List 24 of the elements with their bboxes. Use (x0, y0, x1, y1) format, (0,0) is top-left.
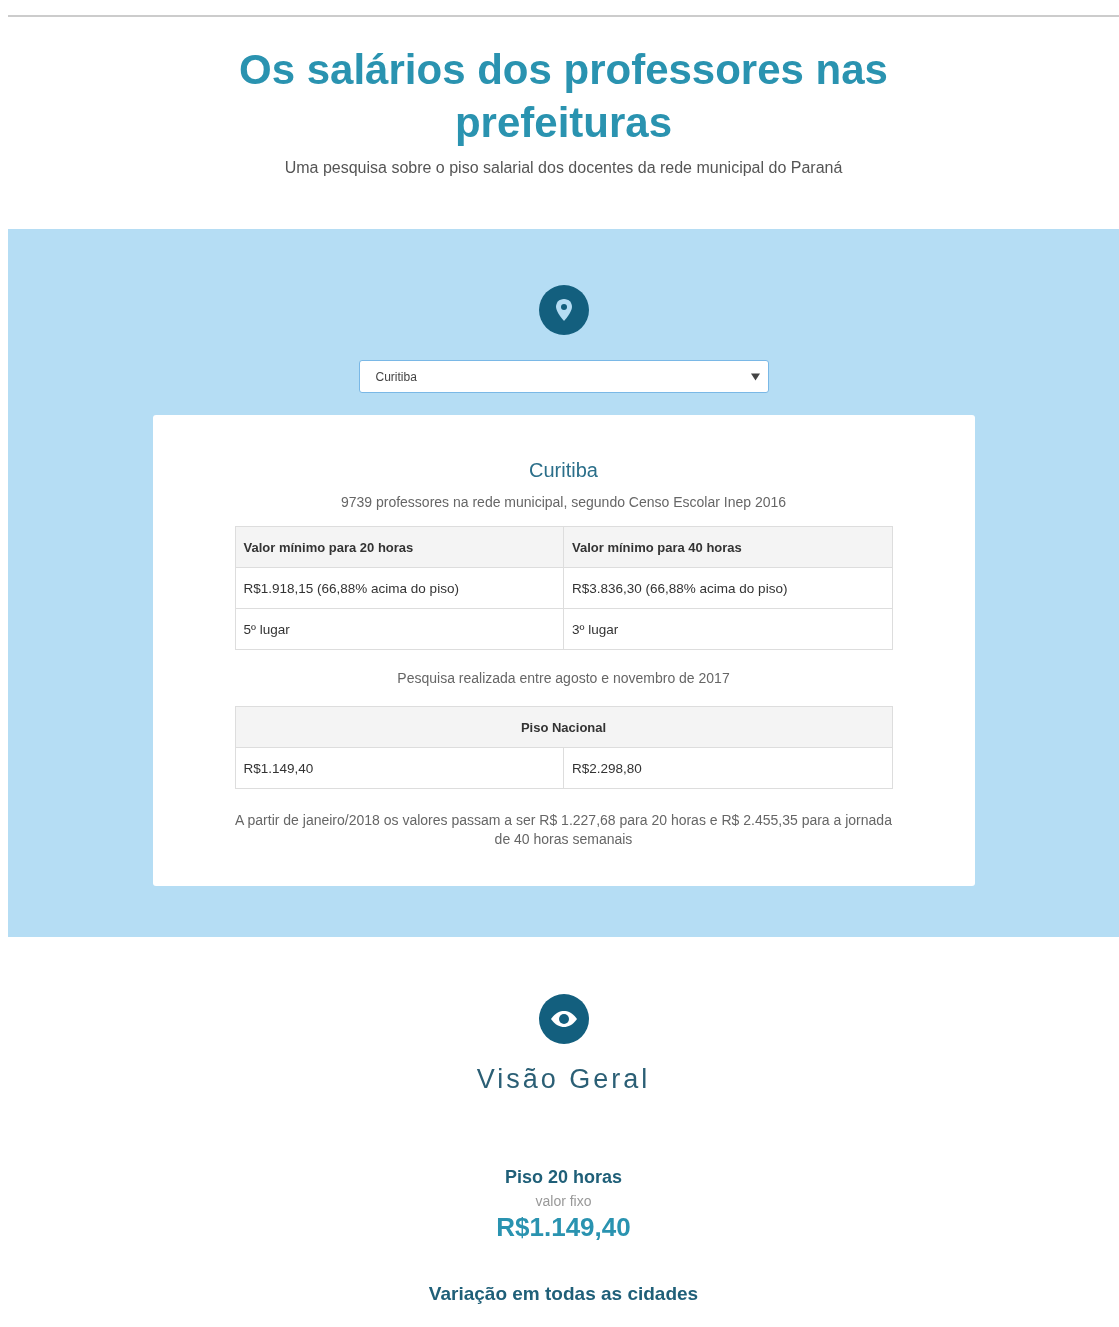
eye-icon (538, 994, 589, 1044)
column-header: Valor mínimo para 20 horas (235, 526, 564, 568)
page-subtitle: Uma pesquisa sobre o piso salarial dos docentes da rede municipal do Paraná (284, 159, 843, 177)
section-heading: Variação em todas as cidades (428, 1283, 699, 1305)
map-pin-icon (538, 285, 589, 335)
table-cell: R$3.836,30 (66,88% acima do piso) (563, 567, 892, 609)
floor-label: Piso 20 horas (504, 1167, 623, 1188)
caret-icon (750, 372, 760, 381)
column-header: Valor mínimo para 40 horas (563, 526, 892, 568)
teacher-count: 9739 professores na rede municipal, segundo Censo Escolar Inep 2016 (340, 494, 787, 510)
table-cell: R$2.298,80 (563, 747, 892, 789)
section-title: Visão Geral (476, 1064, 651, 1095)
floor-sublabel: valor fixo (535, 1193, 592, 1209)
footnote: A partir de janeiro/2018 os valores passam a ser R$ 1.227,68 para 20 horas e R$ 2.455,35 para a jornada de 40 horas semanais (234, 811, 893, 849)
table-cell: 3º lugar (563, 608, 892, 650)
survey-note: Pesquisa realizada entre agosto e novembro de 2017 (397, 670, 730, 686)
table-cell: R$1.149,40 (235, 747, 564, 789)
table-cell: R$1.918,15 (66,88% acima do piso) (235, 567, 564, 609)
city-select[interactable]: Curitiba (358, 360, 769, 393)
table-cell: 5º lugar (235, 608, 564, 650)
page-title: Os salários dos professores nas prefeituras (238, 45, 889, 148)
floor-value: R$1.149,40 (496, 1212, 631, 1243)
city-name: Curitiba (529, 459, 598, 482)
column-header: Piso Nacional (235, 706, 892, 748)
